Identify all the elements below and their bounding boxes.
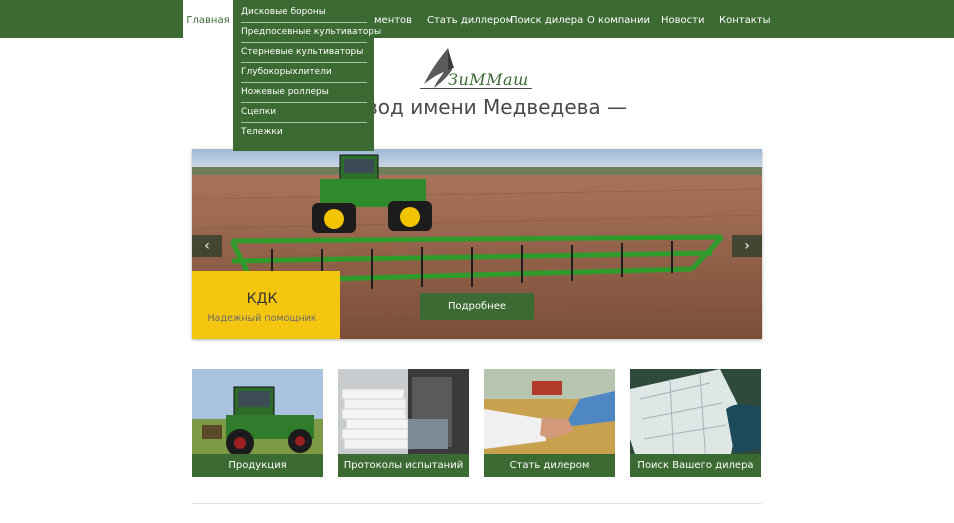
dropdown-item-trailers[interactable]: Тележки <box>241 123 367 142</box>
card-products-label: Продукция <box>192 454 323 477</box>
card-test-protocols[interactable]: Протоколы испытаний <box>338 369 469 477</box>
dropdown-item-subsoilers[interactable]: Глубокорыхлители <box>241 63 367 83</box>
slider-prev-arrow-icon[interactable]: ‹ <box>192 235 222 257</box>
nav-item-home[interactable]: Главная <box>183 0 233 38</box>
dropdown-item-knife-rollers[interactable]: Ножевые роллеры <box>241 83 367 103</box>
card-test-protocols-label: Протоколы испытаний <box>338 454 469 477</box>
card-become-dealer-label: Стать дилером <box>484 454 615 477</box>
slider-caption-title: КДК <box>246 291 278 307</box>
page-headline: вод имени Медведева — <box>366 95 628 119</box>
section-divider <box>192 503 762 504</box>
dropdown-item-disc-harrows[interactable]: Дисковые бороны <box>241 3 367 23</box>
card-find-dealer-label: Поиск Вашего дилера <box>630 454 761 477</box>
nav-item-about[interactable]: О компании <box>587 0 650 38</box>
nav-item-become-dealer[interactable]: Стать диллером <box>427 0 513 38</box>
more-details-button[interactable]: Подробнее <box>420 293 534 320</box>
card-find-dealer[interactable]: Поиск Вашего дилера <box>630 369 761 477</box>
top-nav-bar: Главная ментов Стать диллером Поиск диле… <box>0 0 954 38</box>
dropdown-item-hitches[interactable]: Сцепки <box>241 103 367 123</box>
slider-caption-subtitle: Надежный помощник <box>207 313 317 324</box>
slider-next-arrow-icon[interactable]: › <box>732 235 762 257</box>
hero-slider: ‹ › КДК Надежный помощник Подробнее <box>192 149 762 339</box>
nav-item-contacts[interactable]: Контакты <box>719 0 770 38</box>
dropdown-item-stubble-cultivators[interactable]: Стерневые культиваторы <box>241 43 367 63</box>
logo-wordmark: ЗиММаш <box>448 70 529 89</box>
nav-item-news[interactable]: Новости <box>661 0 704 38</box>
slider-caption: КДК Надежный помощник <box>192 271 340 339</box>
card-become-dealer[interactable]: Стать дилером <box>484 369 615 477</box>
card-products[interactable]: Продукция <box>192 369 323 477</box>
logo-underline <box>420 88 532 89</box>
nav-item-find-dealer[interactable]: Поиск дилера <box>510 0 583 38</box>
products-dropdown-menu: Дисковые бороны Предпосевные культиватор… <box>233 0 381 151</box>
dropdown-item-presowing-cultivators[interactable]: Предпосевные культиваторы <box>241 23 381 43</box>
